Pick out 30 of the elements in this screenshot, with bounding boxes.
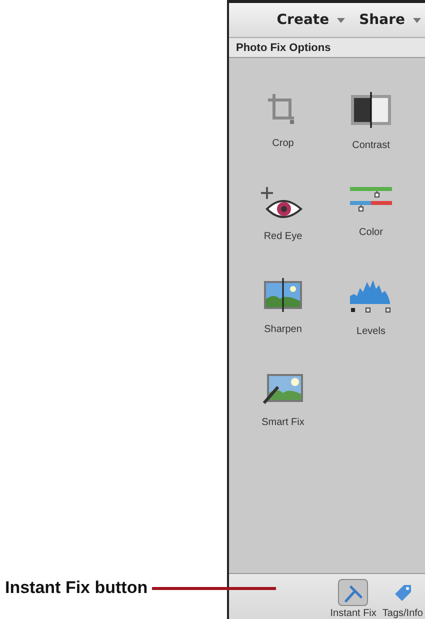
tool-label: Smart Fix bbox=[262, 417, 304, 428]
histogram-icon bbox=[349, 278, 393, 314]
tool-label: Sharpen bbox=[264, 324, 302, 335]
tool-button[interactable]: Red Eye bbox=[261, 185, 305, 242]
caret-icon bbox=[337, 18, 346, 22]
contrast-icon bbox=[350, 92, 392, 128]
panel-button[interactable] bbox=[338, 579, 368, 606]
smart-fix-icon bbox=[262, 371, 304, 405]
tool-label: Color bbox=[359, 227, 383, 238]
tool-button[interactable]: Sharpen bbox=[263, 278, 303, 335]
tool-label: Levels bbox=[356, 326, 386, 337]
tag-icon bbox=[392, 582, 413, 602]
tool-button[interactable]: Smart Fix bbox=[262, 371, 304, 428]
eye-icon bbox=[261, 185, 305, 219]
button-label: Instant Fix bbox=[330, 608, 376, 619]
menu-button[interactable]: Share bbox=[359, 12, 421, 28]
tool-button[interactable]: Levels bbox=[349, 278, 393, 337]
callout-text: Instant Fix button bbox=[5, 578, 148, 598]
menu-button[interactable]: Create bbox=[276, 12, 346, 28]
button-label: Tags/Info bbox=[382, 608, 423, 619]
photo-icon bbox=[263, 278, 303, 312]
tool-button[interactable]: Crop bbox=[266, 92, 300, 149]
tool-button[interactable]: Color bbox=[349, 185, 393, 238]
tool-label: Contrast bbox=[352, 140, 390, 151]
tool-label: Red Eye bbox=[264, 231, 302, 242]
caret-icon bbox=[413, 18, 421, 22]
tool-label: Crop bbox=[272, 138, 294, 149]
tool-button[interactable]: Contrast bbox=[350, 92, 392, 151]
squeegee-icon bbox=[343, 582, 364, 602]
panel-title: Photo Fix Options bbox=[229, 38, 425, 58]
